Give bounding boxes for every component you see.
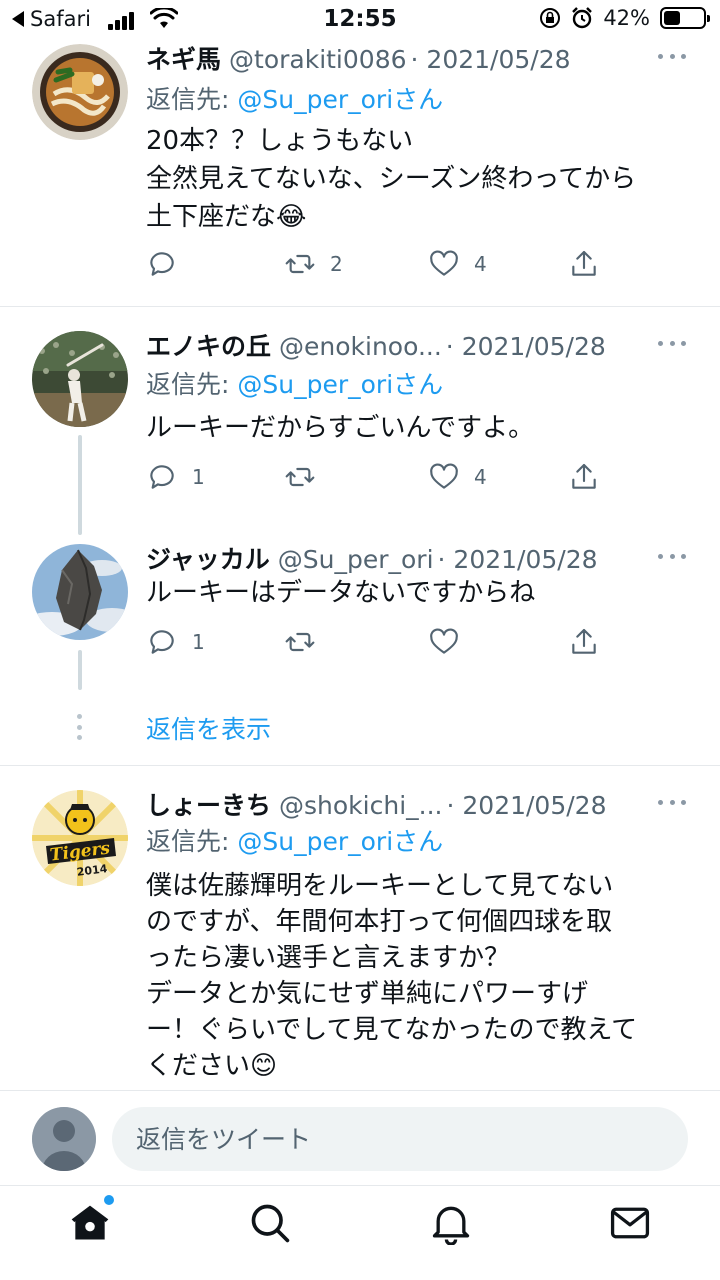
- thread-line: [78, 435, 82, 535]
- like-count: 4: [474, 465, 487, 489]
- tab-messages[interactable]: [608, 1201, 652, 1245]
- replying-to-handle[interactable]: @Su_per_oriさん: [237, 85, 443, 114]
- replying-to-handle[interactable]: @Su_per_oriさん: [237, 370, 443, 399]
- tweet-line: ー！ぐらいでして見てなかったので教えて: [146, 1015, 638, 1045]
- reply-icon: [150, 630, 174, 654]
- tweet-actions: 1: [146, 626, 606, 662]
- my-avatar[interactable]: [32, 1107, 96, 1171]
- notifications-icon: [432, 1206, 470, 1246]
- more-options-icon[interactable]: [658, 800, 686, 808]
- retweet-count: 2: [330, 252, 343, 276]
- replying-to-handle[interactable]: @Su_per_oriさん: [237, 827, 443, 856]
- tweet-date[interactable]: · 2021/05/28: [446, 332, 606, 361]
- tweet[interactable]: Tigers 2014 しょーきち @shokichi_... · 2021/0…: [0, 766, 720, 1090]
- reply-count: 1: [192, 630, 205, 654]
- tweet-text: 僕は佐藤輝明をルーキーとして見てない のですが、年間何本打って何個四球を取 った…: [146, 868, 696, 1084]
- heart-icon: [430, 463, 458, 489]
- rock-avatar[interactable]: [32, 544, 128, 640]
- tweet-line: 僕は佐藤輝明をルーキーとして見てない: [146, 871, 614, 901]
- tweet-line: のですが、年間何本打って何個四球を取: [146, 907, 613, 937]
- retweet-icon: [285, 632, 315, 652]
- replying-to: 返信先: @Su_per_oriさん: [146, 365, 443, 401]
- user-handle[interactable]: @Su_per_ori: [278, 545, 434, 574]
- heart-icon: [430, 628, 458, 654]
- default-profile-icon: [32, 1107, 96, 1171]
- reply-composer: [0, 1090, 720, 1186]
- thread-line: [78, 650, 82, 690]
- tab-home[interactable]: [68, 1195, 114, 1245]
- retweet-icon: [285, 254, 315, 274]
- display-name[interactable]: ネギ馬: [146, 40, 221, 76]
- share-icon: [572, 250, 596, 276]
- tweet[interactable]: エノキの丘 @enokinoo... · 2021/05/28 返信先: @Su…: [0, 307, 720, 535]
- tigers-avatar[interactable]: Tigers 2014: [32, 790, 128, 886]
- notification-dot: [104, 1195, 114, 1205]
- more-options-icon[interactable]: [658, 341, 686, 349]
- tweet-line: ったら凄い選手と言えますか？: [146, 943, 511, 973]
- thread-continuation-dots: [76, 714, 82, 740]
- reply-icon: [150, 252, 174, 276]
- user-handle[interactable]: @enokinoo...: [279, 332, 442, 361]
- like-button[interactable]: 4: [428, 461, 487, 493]
- search-icon: [251, 1204, 290, 1243]
- tweet-line: 20本？？しょうもない: [146, 126, 414, 156]
- heart-icon: [430, 250, 458, 276]
- share-button[interactable]: [568, 248, 600, 280]
- tweet-line: 全然見えてないな、シーズン終わってから: [146, 164, 637, 194]
- tab-search[interactable]: [248, 1201, 292, 1245]
- user-handle[interactable]: @torakiti0086: [229, 45, 407, 74]
- tweet-line: ください😊: [146, 1051, 278, 1081]
- more-options-icon[interactable]: [658, 554, 686, 562]
- tweet-text: ルーキーはデータないですからね: [146, 574, 696, 612]
- tweet-date[interactable]: · 2021/05/28: [446, 791, 606, 820]
- replying-to-label: 返信先:: [146, 370, 230, 399]
- reply-icon: [150, 465, 174, 489]
- display-name[interactable]: ジャッカル: [146, 540, 270, 576]
- like-button[interactable]: 4: [428, 248, 487, 280]
- display-name[interactable]: しょーきち: [146, 786, 271, 822]
- show-replies-link[interactable]: 返信を表示: [146, 710, 271, 746]
- retweet-button[interactable]: [284, 461, 316, 493]
- tweet-line: 土下座だな😂: [146, 202, 307, 232]
- retweet-button[interactable]: [284, 626, 316, 658]
- home-icon: [71, 1205, 109, 1240]
- tab-notifications[interactable]: [429, 1201, 473, 1246]
- reply-button[interactable]: [146, 248, 178, 280]
- tweet-actions: 2 4: [146, 248, 606, 284]
- tweet-text: 20本？？しょうもない 全然見えてないな、シーズン終わってから 土下座だな😂: [146, 122, 696, 236]
- like-button[interactable]: [428, 626, 460, 658]
- tweet-text: ルーキーだからすごいんですよ。: [146, 409, 696, 447]
- share-icon: [572, 463, 596, 489]
- share-button[interactable]: [568, 626, 600, 658]
- tweet-date[interactable]: · 2021/05/28: [438, 545, 598, 574]
- display-name[interactable]: エノキの丘: [146, 327, 271, 363]
- reply-input[interactable]: [112, 1107, 688, 1171]
- replying-to-label: 返信先:: [146, 85, 230, 114]
- reply-count: 1: [192, 465, 205, 489]
- tweet[interactable]: ジャッカル @Su_per_ori · 2021/05/28 ルーキーはデータな…: [0, 522, 720, 692]
- tweet-line: データとか気にせず単純にパワーすげ: [146, 979, 589, 1009]
- replying-to: 返信先: @Su_per_oriさん: [146, 80, 443, 116]
- more-options-icon[interactable]: [658, 54, 686, 62]
- share-button[interactable]: [568, 461, 600, 493]
- reply-button[interactable]: 1: [146, 626, 205, 658]
- tweet-actions: 1 4: [146, 461, 606, 497]
- like-count: 4: [474, 252, 487, 276]
- tweet[interactable]: ネギ馬 @torakiti0086 · 2021/05/28 返信先: @Su_…: [0, 0, 720, 306]
- messages-icon: [610, 1207, 650, 1239]
- udon-avatar[interactable]: [32, 44, 128, 140]
- share-icon: [572, 628, 596, 654]
- replying-to-label: 返信先:: [146, 827, 230, 856]
- tweet-line: ルーキーはデータないですからね: [146, 578, 536, 608]
- replying-to: 返信先: @Su_per_oriさん: [146, 822, 443, 858]
- baseball-player-avatar[interactable]: [32, 331, 128, 427]
- reply-button[interactable]: 1: [146, 461, 205, 493]
- retweet-button[interactable]: 2: [284, 248, 343, 280]
- user-handle[interactable]: @shokichi_...: [279, 791, 442, 820]
- tab-bar: [0, 1187, 720, 1280]
- tweet-date[interactable]: · 2021/05/28: [411, 45, 571, 74]
- retweet-icon: [285, 467, 315, 487]
- tweet-line: ルーキーだからすごいんですよ。: [146, 413, 535, 443]
